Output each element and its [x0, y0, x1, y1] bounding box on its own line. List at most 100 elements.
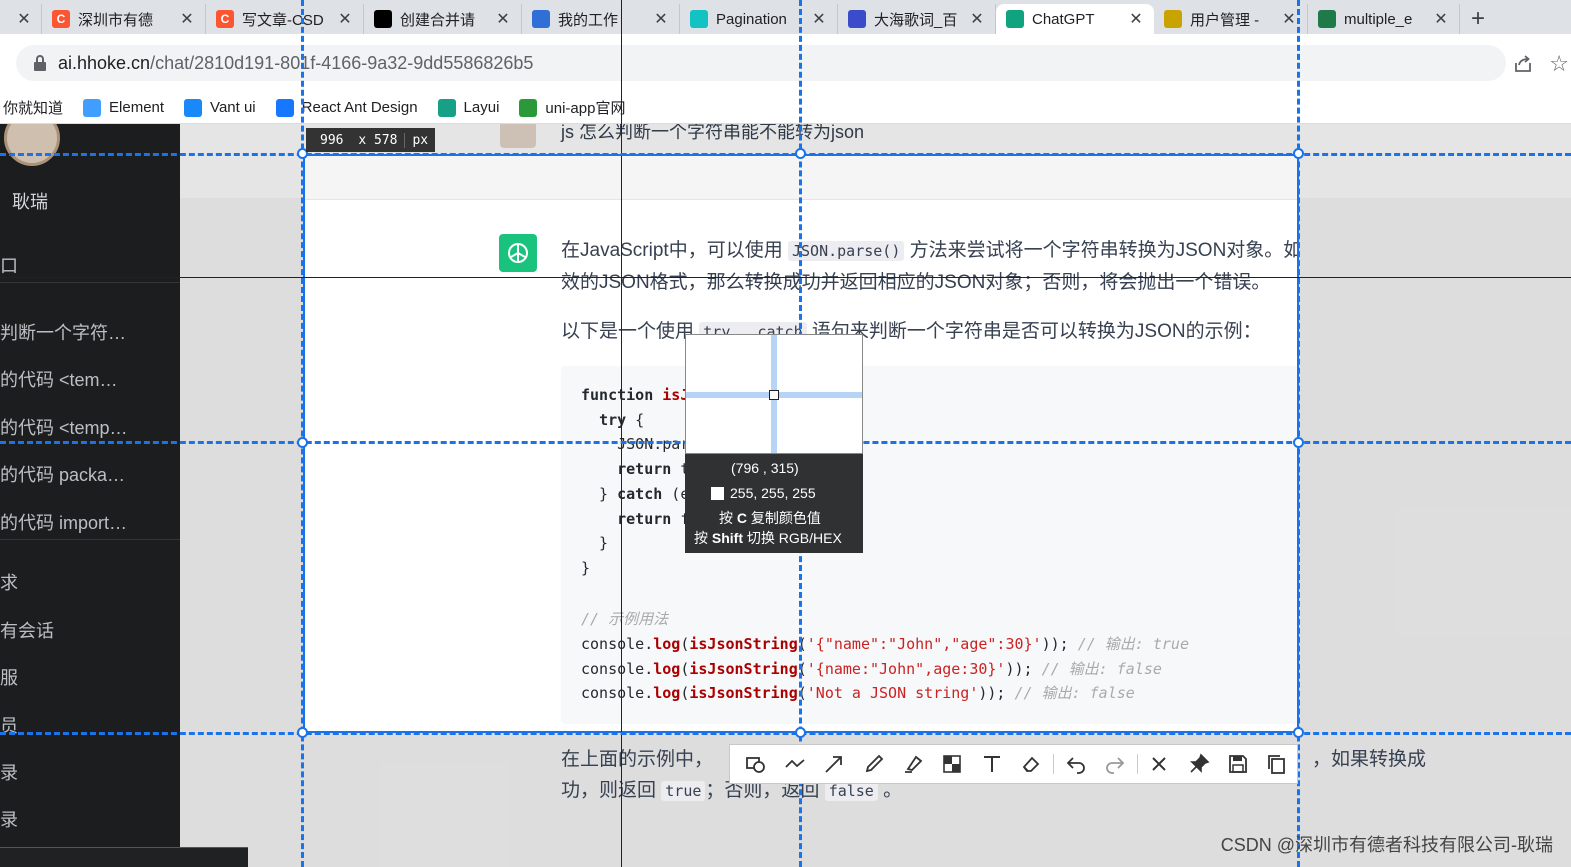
address-path: /chat/2810d191-801f-4166-9a32-9dd5586826…: [150, 52, 534, 73]
bookmark-item[interactable]: 你就知道: [3, 97, 63, 118]
undo-button[interactable]: [1056, 745, 1095, 783]
browser-toolbar: ai.hhoke.cn/chat/2810d191-801f-4166-9a32…: [0, 34, 1571, 92]
bookmark-label: Element: [109, 99, 165, 116]
tab-favicon-icon: [1006, 10, 1024, 28]
bookmark-item[interactable]: Vant ui: [184, 98, 256, 117]
polyline-tool-button[interactable]: [775, 745, 814, 783]
mosaic-icon: [943, 755, 962, 773]
shape-tool-button[interactable]: [736, 745, 775, 783]
pen-tool-button[interactable]: [854, 745, 893, 783]
close-icon: [1152, 757, 1166, 771]
color-swatch: [711, 487, 724, 500]
hint-key: C: [736, 510, 748, 526]
code-block: function isJsonString(str) { try { JSON.…: [561, 366, 1297, 724]
bookmark-star-icon[interactable]: ☆: [1549, 51, 1569, 77]
tab-favicon-icon: C: [216, 10, 234, 28]
bookmark-label: uni-app官网: [545, 100, 626, 117]
magnifier-view: [685, 334, 863, 454]
magnifier-info: (796 , 315) 255, 255, 255 按 C 复制颜色值 按 Sh…: [685, 456, 863, 551]
pin-button[interactable]: [1179, 745, 1218, 783]
hint-text: 按: [719, 510, 737, 526]
answer-text: 语句来判断一个字符串是否可以转换为JSON的示例：: [806, 321, 1262, 342]
selection-height: 578: [373, 132, 398, 148]
browser-tab[interactable]: C 写文章-CSD ✕: [206, 4, 364, 34]
size-unit: px: [404, 132, 435, 148]
address-domain: ai.hhoke.cn: [58, 52, 151, 73]
bookmark-item[interactable]: React Ant Design: [275, 98, 418, 117]
arrow-tool-button[interactable]: [815, 745, 854, 783]
inline-code: false: [824, 781, 878, 801]
save-icon: [1229, 755, 1247, 773]
marker-tool-button[interactable]: [893, 745, 932, 783]
selection-size-label: 996 x 578 px: [306, 128, 436, 152]
mosaic-tool-button[interactable]: [933, 745, 972, 783]
tab-title: 创建合并请: [400, 11, 476, 29]
browser-tab[interactable]: 我的工作 ✕: [522, 4, 680, 34]
guide-line-top: [0, 153, 1571, 156]
tab-close-icon[interactable]: ✕: [1433, 9, 1449, 29]
resize-handle-top-right[interactable]: [1293, 148, 1304, 159]
browser-tab[interactable]: 用户管理 - ✕: [1154, 4, 1308, 34]
tab-close-icon[interactable]: ✕: [1128, 9, 1144, 29]
share-icon[interactable]: [1513, 54, 1533, 74]
redo-button[interactable]: [1095, 745, 1134, 783]
browser-tab[interactable]: C 深圳市有德 ✕: [42, 4, 206, 34]
csdn-watermark: CSDN @深圳市有德者科技有限公司-耿瑞: [1220, 835, 1553, 855]
bookmark-favicon-icon: [437, 98, 456, 117]
bookmark-favicon-icon: [184, 98, 203, 117]
new-tab-button[interactable]: +: [1460, 4, 1496, 34]
bookmark-label: 你就知道: [3, 100, 64, 117]
tab-close-icon[interactable]: ✕: [811, 9, 827, 29]
browser-tab[interactable]: 创建合并请 ✕: [364, 4, 522, 34]
code-line: console.log(isJsonString('Not a JSON str…: [581, 684, 1135, 703]
bookmark-favicon-icon: [83, 98, 102, 117]
browser-tab[interactable]: 大海歌词_百 ✕: [838, 4, 996, 34]
tab-favicon-icon: [374, 10, 392, 28]
tab-title: 大海歌词_百: [874, 11, 958, 29]
browser-tab[interactable]: multiple_e ✕: [1308, 4, 1460, 34]
tab-close-icon[interactable]: ✕: [969, 9, 985, 29]
tab-close-icon[interactable]: ✕: [653, 9, 669, 29]
code-line: }: [581, 534, 609, 553]
hint-text: 切换 RGB/HEX: [743, 530, 842, 546]
bookmark-label: Layui: [463, 99, 500, 116]
tab-close-icon[interactable]: ✕: [16, 9, 32, 29]
tab-close-icon[interactable]: ✕: [1281, 9, 1297, 29]
tab-close-icon[interactable]: ✕: [495, 9, 511, 29]
code-line: try {: [599, 410, 645, 429]
resize-handle-top[interactable]: [795, 148, 806, 159]
text-tool-button[interactable]: [972, 745, 1011, 783]
bookmark-item[interactable]: Layui: [437, 98, 500, 117]
save-button[interactable]: [1218, 745, 1257, 783]
resize-handle-right[interactable]: [1293, 437, 1304, 448]
browser-tab[interactable]: 2​✕: [0, 4, 42, 34]
bookmark-item[interactable]: Element: [83, 98, 165, 117]
browser-tab[interactable]: Pagination ✕: [680, 4, 838, 34]
crosshair-horizontal: [0, 277, 1571, 278]
toolbar-separator: [1136, 754, 1138, 774]
tab-close-icon[interactable]: ✕: [337, 9, 353, 29]
resize-handle-bottom-left[interactable]: [297, 727, 308, 738]
selection-width: 996: [320, 132, 344, 148]
code-line: console.log(isJsonString('{name:"John",a…: [581, 659, 1162, 678]
resize-handle-left[interactable]: [297, 437, 308, 448]
browser-tab[interactable]: ChatGPT ✕: [996, 4, 1154, 34]
resize-handle-bottom[interactable]: [795, 727, 806, 738]
eraser-icon: [1023, 756, 1040, 772]
hint-text: 按: [694, 530, 712, 546]
lock-icon: [34, 55, 46, 71]
bookmark-item[interactable]: uni-app官网: [519, 97, 625, 118]
hint-text: 复制颜色值: [747, 510, 821, 526]
eraser-tool-button[interactable]: [1012, 745, 1051, 783]
below-text-line-1: 在上面的示例中，: [561, 744, 713, 775]
cancel-capture-button[interactable]: [1140, 745, 1179, 783]
resize-handle-bottom-right[interactable]: [1293, 727, 1304, 738]
browser-tab-strip: 2​✕C深圳市有德✕C写文章-CSD✕创建合并请✕我的工作✕Pagination…: [0, 0, 1571, 34]
address-bar[interactable]: ai.hhoke.cn/chat/2810d191-801f-4166-9a32…: [16, 45, 1506, 81]
switch-format-hint: 按 Shift 切换 RGB/HEX: [685, 526, 863, 551]
copy-button[interactable]: [1258, 745, 1297, 783]
dim-overlay: [0, 124, 1571, 154]
tab-close-icon[interactable]: ✕: [179, 9, 195, 29]
pixel-rgb-value: 255, 255, 255: [730, 485, 816, 501]
answer-paragraph-2: 以下是一个使用 try...catch 语句来判断一个字符串是否可以转换为JSO…: [561, 316, 1297, 348]
